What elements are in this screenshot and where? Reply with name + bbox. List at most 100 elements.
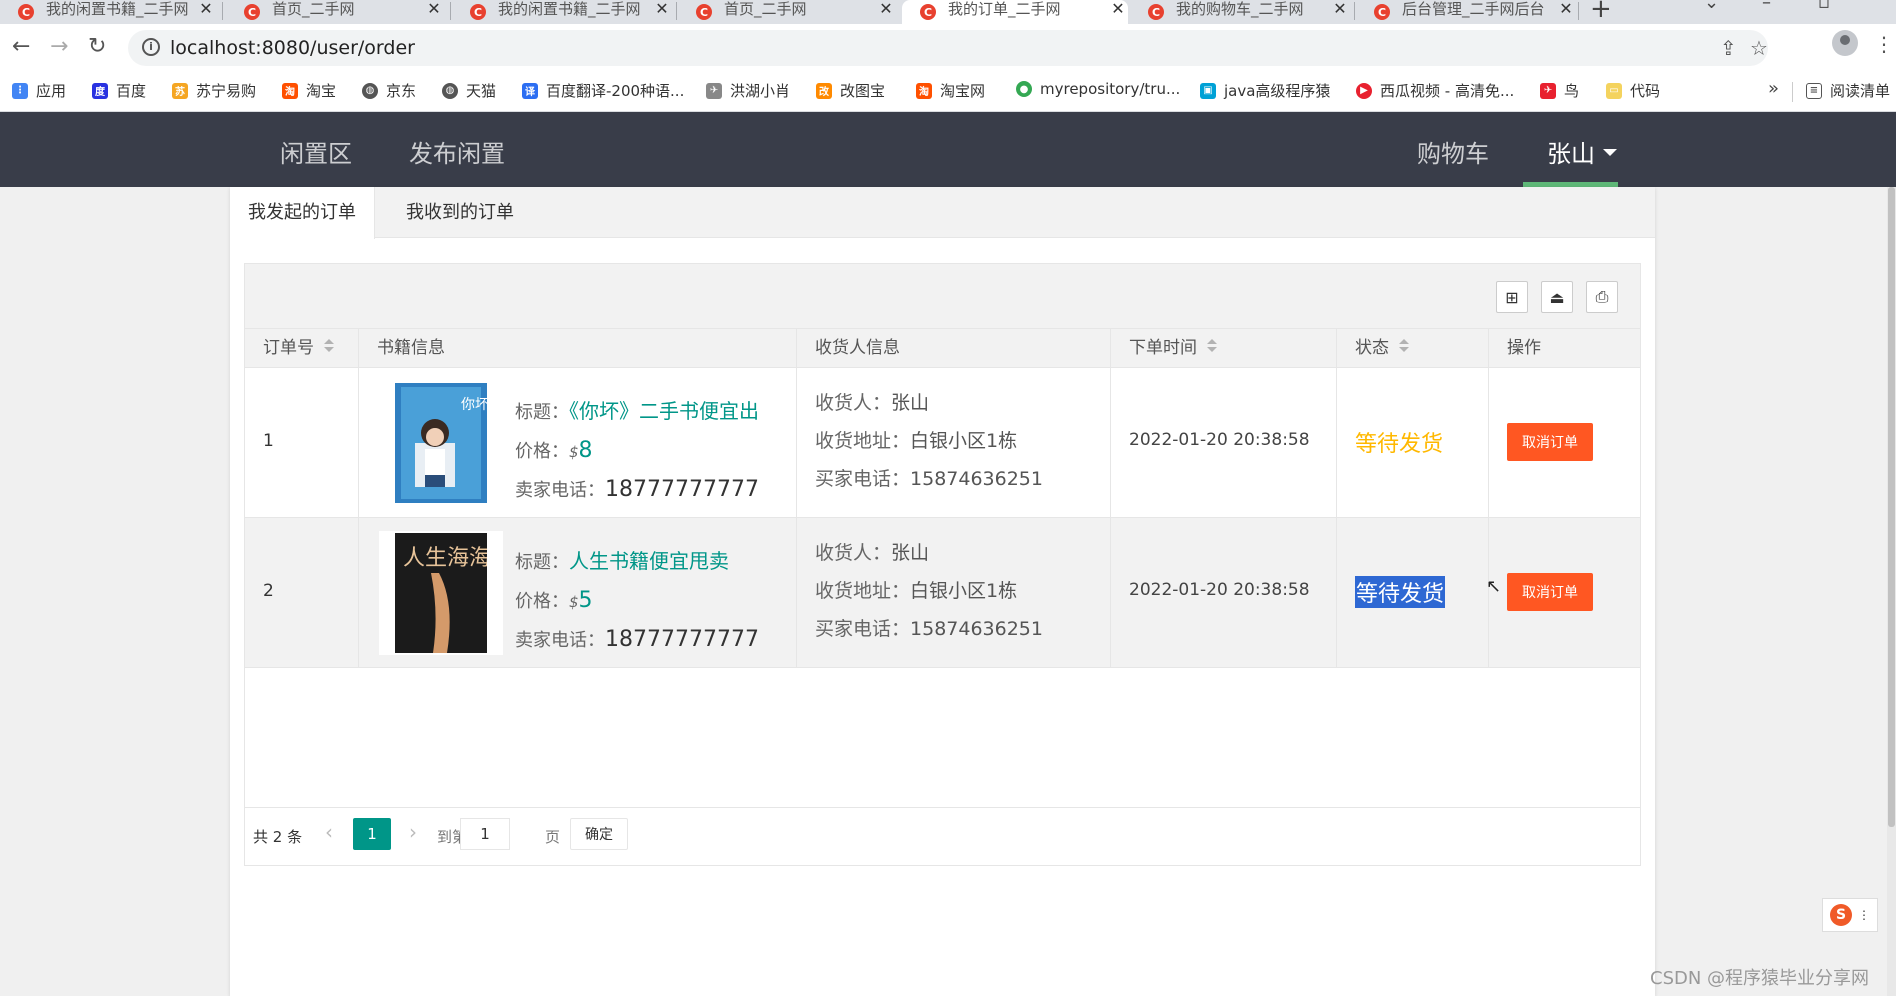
table-header: 订单号 书籍信息 收货人信息 下单时间 状态 操作: [245, 328, 1640, 369]
tab-search-icon[interactable]: ⌄: [1704, 0, 1719, 13]
close-icon[interactable]: ✕: [1330, 0, 1350, 18]
column-header-status[interactable]: 状态: [1337, 329, 1489, 369]
close-icon[interactable]: ✕: [424, 0, 444, 18]
forward-icon[interactable]: →: [50, 34, 68, 59]
share-icon[interactable]: ⇪: [1720, 36, 1737, 60]
reading-list-icon: ≡: [1806, 82, 1822, 99]
browser-tab-active[interactable]: C 我的订单_二手网 ✕: [902, 0, 1128, 24]
input-method-widget[interactable]: S ⋮: [1822, 898, 1878, 932]
bookmark-item[interactable]: 译 百度翻译-200种语...: [522, 80, 684, 101]
cell-order-no: 1: [245, 368, 359, 518]
cancel-order-button[interactable]: 取消订单: [1507, 573, 1593, 611]
bookmark-item[interactable]: 度 百度: [92, 80, 146, 101]
book-title-link[interactable]: 《你坏》二手书便宜出: [569, 399, 759, 423]
orders-panel: 我发起的订单 我收到的订单 ⊞ ⏏ ⎙ 订单号 书籍信息 收货人信息 下单时间 …: [230, 187, 1655, 996]
bookmark-item[interactable]: 淘 淘宝网: [916, 80, 985, 101]
browser-tab-bar: C 我的闲置书籍_二手网 ✕ C 首页_二手网 ✕ C 我的闲置书籍_二手网 ✕…: [0, 0, 1896, 24]
new-tab-icon[interactable]: +: [1590, 0, 1612, 24]
taobao-icon: 淘: [916, 82, 932, 99]
csdn-favicon-icon: C: [18, 4, 34, 20]
apps-grid-icon: ⋮: [12, 82, 28, 99]
browser-tab[interactable]: C 后台管理_二手网后台 ✕: [1356, 0, 1576, 24]
tab-received-orders[interactable]: 我收到的订单: [388, 187, 532, 238]
close-icon[interactable]: ✕: [196, 0, 216, 18]
nav-user-menu[interactable]: 张山: [1547, 134, 1617, 169]
page-scrollbar[interactable]: [1887, 187, 1896, 996]
export-icon[interactable]: ⏏: [1541, 281, 1573, 313]
nav-cart[interactable]: 购物车: [1417, 134, 1489, 169]
bookmark-item[interactable]: ▭ 代码: [1606, 80, 1660, 101]
sort-icon[interactable]: [1399, 339, 1409, 353]
page-number-current[interactable]: 1: [353, 818, 391, 850]
reading-list[interactable]: ≡ 阅读清单: [1806, 80, 1890, 101]
table-row: 2 人生海海 标题：人生书籍便宜甩卖 价格：$5 卖家电话：1877777777…: [245, 518, 1640, 668]
book-cover-image[interactable]: 人生海海: [379, 531, 503, 655]
next-page-icon[interactable]: ›: [409, 820, 417, 844]
bookmark-item[interactable]: 苏 苏宁易购: [172, 80, 256, 101]
column-header-order-no[interactable]: 订单号: [245, 329, 359, 369]
cell-order-time: 2022-01-20 20:38:58: [1111, 518, 1337, 668]
column-header-order-time[interactable]: 下单时间: [1111, 329, 1337, 369]
cell-order-time: 2022-01-20 20:38:58: [1111, 368, 1337, 518]
bookmark-label: 西瓜视频 - 高清免...: [1380, 82, 1515, 100]
bookmark-item[interactable]: ⋮ 应用: [12, 80, 66, 101]
buyer-phone-label: 买家电话：: [815, 618, 911, 640]
browser-tab[interactable]: C 我的闲置书籍_二手网 ✕: [0, 0, 216, 24]
prev-page-icon[interactable]: ‹: [325, 820, 333, 844]
tab-title: 首页_二手网: [272, 0, 355, 18]
sort-icon[interactable]: [1207, 339, 1217, 353]
profile-avatar-icon[interactable]: [1832, 30, 1858, 56]
url-field[interactable]: i localhost:8080/user/order ⇪ ☆: [128, 30, 1768, 66]
close-icon[interactable]: ✕: [652, 0, 672, 18]
bookmark-item[interactable]: ▶ 西瓜视频 - 高清免...: [1356, 80, 1514, 101]
book-cover-nihuai: 你坏: [395, 383, 487, 503]
bookmark-item[interactable]: ◍ 天猫: [442, 80, 496, 101]
bookmark-item[interactable]: ◍ 京东: [362, 80, 416, 101]
seller-phone: 18777777777: [605, 477, 759, 502]
nav-idle-area[interactable]: 闲置区: [280, 134, 352, 169]
browser-tab[interactable]: C 首页_二手网 ✕: [678, 0, 896, 24]
tab-my-orders[interactable]: 我发起的订单: [230, 187, 375, 239]
column-header-book-info: 书籍信息: [359, 329, 797, 369]
browser-tab[interactable]: C 我的购物车_二手网 ✕: [1130, 0, 1350, 24]
bookmark-item[interactable]: 淘 淘宝: [282, 80, 336, 101]
csdn-favicon-icon: C: [244, 4, 260, 20]
nav-post-idle[interactable]: 发布闲置: [409, 134, 505, 169]
book-title-link[interactable]: 人生书籍便宜甩卖: [569, 549, 729, 573]
bookmark-item[interactable]: ✈ 洪湖小肖: [706, 80, 790, 101]
bookmarks-overflow-icon[interactable]: »: [1768, 78, 1779, 99]
receiver-details: 收货人：张山 收货地址：白银小区1栋 买家电话：15874636251: [815, 384, 1043, 498]
bird-red-icon: ✈: [1540, 82, 1556, 99]
scrollbar-thumb[interactable]: [1888, 187, 1895, 827]
bookmark-item[interactable]: ✈ 鸟: [1540, 80, 1579, 101]
close-icon[interactable]: ✕: [1556, 0, 1576, 18]
site-info-icon[interactable]: i: [142, 38, 160, 56]
status-badge: 等待发货: [1355, 432, 1444, 457]
bookmark-item[interactable]: ● myrepository/tru...: [1016, 80, 1180, 98]
bookmark-item[interactable]: ▣ java高级程序猿: [1200, 80, 1330, 101]
order-number: 2: [263, 581, 274, 601]
cancel-order-button[interactable]: 取消订单: [1507, 423, 1593, 461]
cell-receiver-info: 收货人：张山 收货地址：白银小区1栋 买家电话：15874636251: [797, 518, 1111, 668]
maximize-icon[interactable]: ▫: [1818, 0, 1830, 13]
browser-menu-icon[interactable]: ⋮: [1874, 32, 1894, 56]
browser-tab[interactable]: C 我的闲置书籍_二手网 ✕: [452, 0, 672, 24]
sort-icon[interactable]: [324, 339, 334, 353]
status-badge: 等待发货: [1355, 576, 1446, 608]
page-jump-confirm-button[interactable]: 确定: [570, 818, 628, 850]
minimize-icon[interactable]: –: [1762, 0, 1771, 13]
bookmark-item[interactable]: 改 改图宝: [816, 80, 885, 101]
star-icon[interactable]: ☆: [1750, 36, 1768, 60]
print-icon[interactable]: ⎙: [1586, 281, 1618, 313]
browser-tab[interactable]: C 首页_二手网 ✕: [226, 0, 444, 24]
back-icon[interactable]: ←: [12, 34, 30, 59]
page-jump-input[interactable]: [460, 818, 510, 850]
columns-filter-icon[interactable]: ⊞: [1496, 281, 1528, 313]
reload-icon[interactable]: ↻: [88, 34, 106, 59]
cell-status: 等待发货: [1337, 518, 1489, 668]
bookmark-label: 苏宁易购: [196, 82, 257, 100]
close-icon[interactable]: ✕: [876, 0, 896, 18]
book-cover-image[interactable]: 你坏: [379, 381, 503, 505]
cell-actions: 取消订单: [1489, 368, 1640, 518]
close-icon[interactable]: ✕: [1108, 0, 1128, 18]
